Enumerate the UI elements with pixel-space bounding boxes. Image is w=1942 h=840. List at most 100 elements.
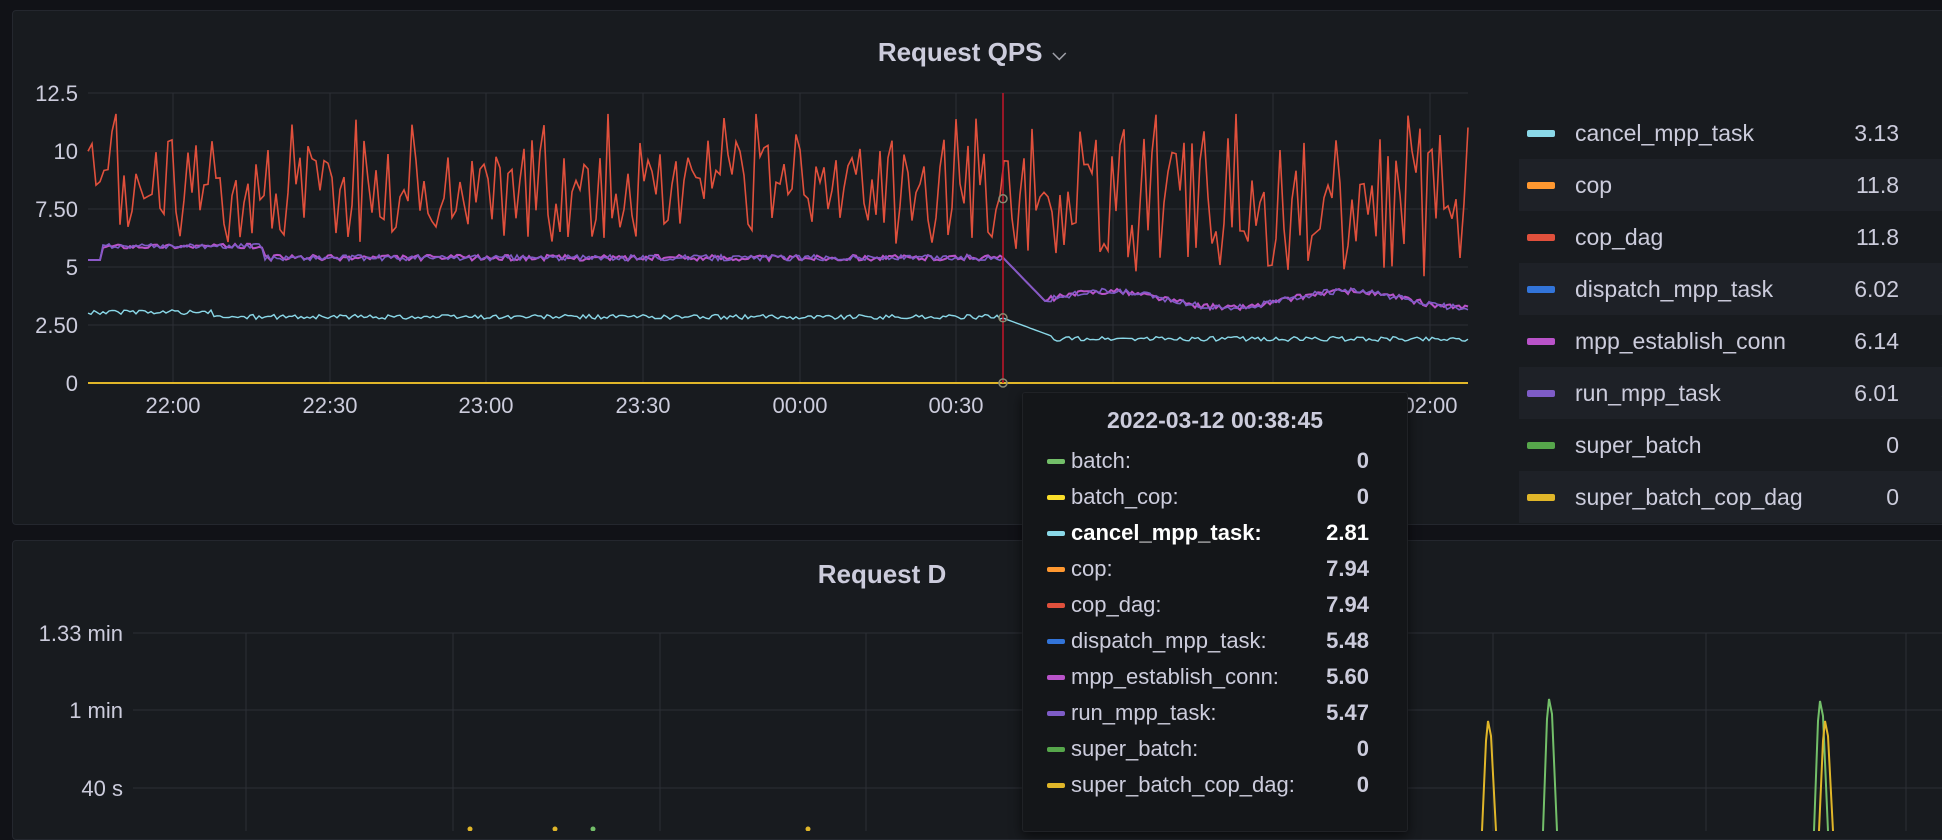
legend-value: 0 <box>1886 483 1899 510</box>
series-mpp-establish-conn-line <box>88 242 1469 312</box>
legend-label[interactable]: cop <box>1575 172 1612 199</box>
tooltip-row: batch_cop: 0 <box>1047 480 1387 514</box>
duration-blip <box>590 826 596 831</box>
legend-item-cancel-mpp-task[interactable]: cancel_mpp_task3.131 <box>1519 107 1942 159</box>
tooltip-series-value: 0 <box>1356 772 1369 797</box>
tooltip-series-name: batch_cop: <box>1071 484 1179 509</box>
tooltip-series-value: 7.94 <box>1326 592 1369 617</box>
legend-item-cop[interactable]: cop11.88 <box>1519 159 1942 211</box>
panel-title-request-qps[interactable]: Request QPS ⌵ <box>0 37 1942 68</box>
request-duration-panel: Request D 1.33 min 1 min 40 s <box>12 540 1942 840</box>
tooltip-swatch <box>1047 530 1065 536</box>
legend-item-cop-dag[interactable]: cop_dag11.88 <box>1519 211 1942 263</box>
legend-item-super-batch-cop-dag[interactable]: super_batch_cop_dag 0 <box>1519 471 1942 523</box>
legend-value: 11.8 <box>1855 171 1899 198</box>
hover-tooltip: 2022-03-12 00:38:45 batch: 0 batch_cop: 0 ca… <box>1022 392 1408 832</box>
legend-label[interactable]: cancel_mpp_task <box>1575 120 1754 147</box>
duration-blip <box>552 826 558 831</box>
panel-title-text: Request QPS <box>877 37 1043 67</box>
y-tick-label: 40 s <box>81 776 123 801</box>
y-tick-label: 12.5 <box>35 81 78 106</box>
tooltip-swatch <box>1047 602 1065 608</box>
y-tick-label: 10 <box>54 139 78 164</box>
legend-value: 6.02 <box>1854 275 1899 302</box>
legend-swatch[interactable] <box>1527 337 1555 345</box>
legend-label[interactable]: super_batch <box>1575 432 1702 459</box>
series-cop-dag-line <box>87 113 1469 277</box>
legend-value: 6.14 <box>1854 327 1899 354</box>
tooltip-row: cancel_mpp_task: 2.81 <box>1047 516 1387 550</box>
tooltip-series-name: run_mpp_task: <box>1071 700 1217 725</box>
tooltip-series-value: 0 <box>1356 448 1369 473</box>
legend-item-run-mpp-task[interactable]: run_mpp_task6.013 <box>1519 367 1942 419</box>
tooltip-series-name: mpp_establish_conn: <box>1071 664 1279 689</box>
tooltip-row: dispatch_mpp_task: 5.48 <box>1047 624 1387 658</box>
tooltip-series-value: 5.47 <box>1326 700 1369 725</box>
tooltip-swatch <box>1047 746 1065 752</box>
tooltip-row: cop_dag: 7.94 <box>1047 588 1387 622</box>
legend-label[interactable]: run_mpp_task <box>1575 380 1721 407</box>
x-tick-label: 22:30 <box>302 393 357 418</box>
tooltip-series-value: 0 <box>1356 736 1369 761</box>
tooltip-series-name: cancel_mpp_task: <box>1071 520 1262 545</box>
tooltip-swatch <box>1047 782 1065 788</box>
tooltip-series-name: batch: <box>1071 448 1131 473</box>
tooltip-row: mpp_establish_conn: 5.60 <box>1047 660 1387 694</box>
tooltip-row: batch: 0 <box>1047 444 1387 478</box>
legend-swatch[interactable] <box>1527 181 1555 189</box>
y-tick-label: 7.50 <box>35 197 78 222</box>
tooltip-row: super_batch_cop_dag: 0 <box>1047 768 1387 802</box>
duration-spike <box>1542 698 1558 831</box>
legend-item-super-batch[interactable]: super_batch 0 <box>1519 419 1942 471</box>
tooltip-swatch <box>1047 494 1065 500</box>
legend-label[interactable]: mpp_establish_conn <box>1575 328 1786 355</box>
tooltip-series-name: cop: <box>1071 556 1113 581</box>
chevron-down-icon[interactable]: ⌵ <box>1053 44 1067 65</box>
legend-value: 3.13 <box>1854 119 1899 146</box>
duration-spike <box>1481 720 1497 831</box>
legend-swatch[interactable] <box>1527 285 1555 293</box>
legend-label[interactable]: dispatch_mpp_task <box>1575 276 1773 303</box>
tooltip-row: run_mpp_task: 5.47 <box>1047 696 1387 730</box>
legend-value: 6.01 <box>1854 379 1899 406</box>
y-tick-label: 1.33 min <box>39 621 123 646</box>
tooltip-swatch <box>1047 638 1065 644</box>
y-tick-label: 1 min <box>69 698 123 723</box>
legend-label[interactable]: cop_dag <box>1575 224 1663 251</box>
tooltip-series-value: 2.81 <box>1326 520 1369 545</box>
legend: cancel_mpp_task3.131cop11.88cop_dag11.88… <box>1519 107 1942 523</box>
tooltip-series-value: 0 <box>1356 484 1369 509</box>
series-cancel-mpp-task-line <box>87 308 1469 343</box>
legend-swatch[interactable] <box>1527 389 1555 397</box>
legend-swatch[interactable] <box>1527 441 1555 449</box>
tooltip-swatch <box>1047 710 1065 716</box>
tooltip-row: super_batch: 0 <box>1047 732 1387 766</box>
x-tick-label: 23:00 <box>458 393 513 418</box>
y-tick-label: 0 <box>66 371 78 396</box>
legend-swatch[interactable] <box>1527 493 1555 501</box>
legend-item-mpp-establish-conn[interactable]: mpp_establish_conn6.143 <box>1519 315 1942 367</box>
series-run-mpp-task-line <box>88 242 1469 311</box>
x-tick-label: 00:30 <box>928 393 983 418</box>
duration-graph[interactable]: 1.33 min 1 min 40 s <box>13 541 1942 831</box>
tooltip-swatch <box>1047 566 1065 572</box>
tooltip-series-value: 7.94 <box>1326 556 1369 581</box>
legend-item-dispatch-mpp-task[interactable]: dispatch_mpp_task6.023 <box>1519 263 1942 315</box>
tooltip-timestamp: 2022-03-12 00:38:45 <box>1106 407 1324 433</box>
legend-value: 0 <box>1886 431 1899 458</box>
tooltip-swatch <box>1047 458 1065 464</box>
tooltip-series-value: 5.60 <box>1326 664 1369 689</box>
x-tick-label: 23:30 <box>615 393 670 418</box>
tooltip-series-value: 5.48 <box>1326 628 1369 653</box>
x-tick-label: 02:00 <box>1402 393 1457 418</box>
legend-value: 11.8 <box>1855 223 1899 250</box>
legend-swatch[interactable] <box>1527 233 1555 241</box>
y-tick-label: 2.50 <box>35 313 78 338</box>
x-tick-label: 00:00 <box>772 393 827 418</box>
legend-swatch[interactable] <box>1527 129 1555 137</box>
duration-blip <box>467 826 473 831</box>
x-tick-label: 22:00 <box>145 393 200 418</box>
y-tick-label: 5 <box>66 255 78 280</box>
tooltip-series-name: super_batch_cop_dag: <box>1071 772 1295 797</box>
duration-blip <box>805 826 811 831</box>
